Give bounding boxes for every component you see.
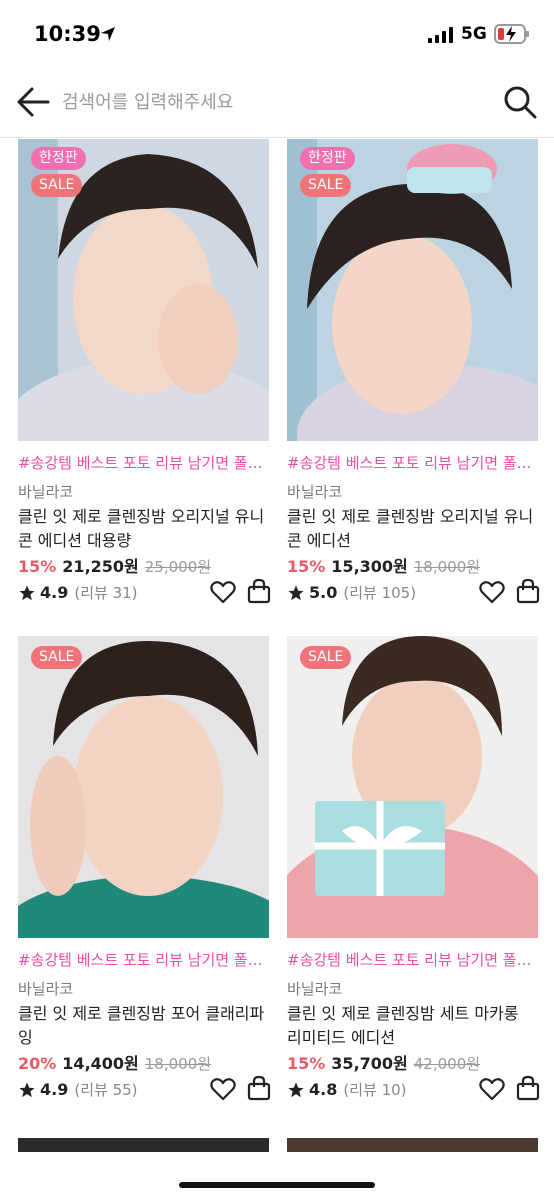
home-indicator[interactable] <box>179 1182 375 1188</box>
original-price: 25,000원 <box>144 558 212 576</box>
rating-row: 4.8 (리뷰 10) <box>287 1079 407 1100</box>
original-price: 18,000원 <box>413 558 481 576</box>
star-icon <box>19 1082 35 1097</box>
rating-row: 5.0 (리뷰 105) <box>287 582 416 603</box>
product-brand: 바닐라코 <box>287 483 343 501</box>
discount-rate: 20% <box>18 1054 57 1073</box>
product-image[interactable]: SALE <box>18 636 269 938</box>
battery-charging-icon <box>494 24 529 44</box>
status-time: 10:39 <box>34 22 101 46</box>
product-promo[interactable]: #송강템 베스트 포토 리뷰 남기면 폴… <box>18 452 269 473</box>
star-icon <box>19 585 35 600</box>
search-input[interactable] <box>62 84 482 120</box>
heart-icon[interactable] <box>479 580 505 604</box>
location-arrow-icon <box>101 27 115 41</box>
product-promo[interactable]: #송강템 베스트 포토 리뷰 남기면 폴… <box>287 949 538 970</box>
sale-badge: SALE <box>31 174 83 197</box>
price-row: 15% 15,300원 18,000원 <box>287 553 480 577</box>
star-icon <box>288 585 304 600</box>
product-name[interactable]: 클린 잇 제로 클렌징밤 오리지널 유니콘 에디션 <box>287 505 538 553</box>
product-name[interactable]: 클린 잇 제로 클렌징밤 오리지널 유니콘 에디션 대용량 <box>18 505 269 553</box>
star-icon <box>288 1082 304 1097</box>
sale-price: 14,400원 <box>62 1054 139 1073</box>
original-price: 42,000원 <box>413 1055 481 1073</box>
search-icon[interactable] <box>502 84 538 120</box>
review-count: (리뷰 55) <box>74 1081 138 1099</box>
next-product-image[interactable] <box>18 1138 269 1152</box>
sale-badge: SALE <box>300 646 352 669</box>
heart-icon[interactable] <box>210 1077 236 1101</box>
product-promo[interactable]: #송강템 베스트 포토 리뷰 남기면 폴… <box>18 949 269 970</box>
status-bar: 10:39 5G <box>0 0 554 70</box>
shopping-bag-icon[interactable] <box>247 578 271 604</box>
rating-score: 4.9 <box>40 583 69 602</box>
discount-rate: 15% <box>287 1054 326 1073</box>
shopping-bag-icon[interactable] <box>516 1075 540 1101</box>
original-price: 18,000원 <box>144 1055 212 1073</box>
product-promo[interactable]: #송강템 베스트 포토 리뷰 남기면 폴… <box>287 452 538 473</box>
price-row: 20% 14,400원 18,000원 <box>18 1050 211 1074</box>
price-row: 15% 21,250원 25,000원 <box>18 553 211 577</box>
review-count: (리뷰 10) <box>343 1081 407 1099</box>
review-count: (리뷰 105) <box>343 584 417 602</box>
discount-rate: 15% <box>18 557 57 576</box>
network-type: 5G <box>461 24 487 44</box>
product-brand: 바닐라코 <box>18 980 74 998</box>
search-header <box>0 70 554 138</box>
shopping-bag-icon[interactable] <box>247 1075 271 1101</box>
signal-bars-icon <box>428 27 453 43</box>
shopping-bag-icon[interactable] <box>516 578 540 604</box>
sale-price: 15,300원 <box>331 557 408 576</box>
rating-score: 5.0 <box>309 583 338 602</box>
product-name[interactable]: 클린 잇 제로 클렌징밤 포어 클래리파잉 <box>18 1002 269 1050</box>
product-image[interactable]: 한정판 SALE <box>287 139 538 441</box>
price-row: 15% 35,700원 42,000원 <box>287 1050 480 1074</box>
product-brand: 바닐라코 <box>18 483 74 501</box>
limited-badge: 한정판 <box>300 147 355 170</box>
next-product-image[interactable] <box>287 1138 538 1152</box>
back-arrow-icon[interactable] <box>14 84 52 120</box>
sale-badge: SALE <box>31 646 83 669</box>
heart-icon[interactable] <box>210 580 236 604</box>
product-image[interactable]: 한정판 SALE <box>18 139 269 441</box>
rating-score: 4.8 <box>309 1080 338 1099</box>
heart-icon[interactable] <box>479 1077 505 1101</box>
sale-price: 21,250원 <box>62 557 139 576</box>
rating-row: 4.9 (리뷰 55) <box>18 1079 138 1100</box>
discount-rate: 15% <box>287 557 326 576</box>
product-image[interactable]: SALE <box>287 636 538 938</box>
product-name[interactable]: 클린 잇 제로 클렌징밤 세트 마카롱 리미티드 에디션 <box>287 1002 538 1050</box>
sale-badge: SALE <box>300 174 352 197</box>
rating-score: 4.9 <box>40 1080 69 1099</box>
product-brand: 바닐라코 <box>287 980 343 998</box>
review-count: (리뷰 31) <box>74 584 138 602</box>
sale-price: 35,700원 <box>331 1054 408 1073</box>
rating-row: 4.9 (리뷰 31) <box>18 582 138 603</box>
limited-badge: 한정판 <box>31 147 86 170</box>
